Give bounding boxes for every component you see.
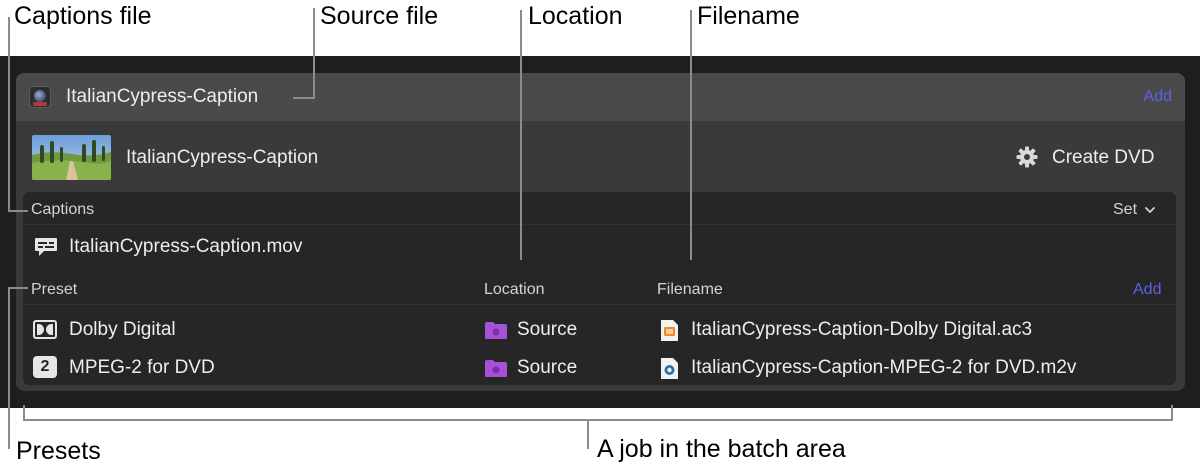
add-job-button[interactable]: Add: [1144, 87, 1172, 107]
set-label: Set: [1113, 201, 1138, 218]
callout-source-file: Source file: [320, 2, 439, 30]
dolby-icon: [33, 320, 57, 339]
callout-presets: Presets: [16, 437, 101, 465]
compressor-app-icon: [29, 86, 51, 108]
create-dvd-label[interactable]: Create DVD: [1052, 146, 1154, 170]
callout-line: [8, 287, 10, 449]
captions-header: Captions Set: [23, 192, 1176, 225]
preset-column-header: Preset: [31, 281, 78, 298]
add-preset-button[interactable]: Add: [1133, 281, 1161, 299]
set-captions-button[interactable]: Set: [1113, 201, 1156, 219]
folder-icon: [485, 360, 507, 377]
folder-icon: [485, 322, 507, 339]
batch-area: ItalianCypress-Caption Add ItalianCypres…: [0, 56, 1200, 408]
chevron-down-icon: [1145, 206, 1156, 214]
callout-line: [1171, 405, 1173, 421]
video-file-icon: [661, 358, 678, 379]
callout-job: A job in the batch area: [597, 435, 846, 463]
callout-line: [8, 287, 28, 289]
callout-location: Location: [528, 2, 623, 30]
number-2-icon: 2: [33, 356, 57, 378]
callout-line: [520, 10, 522, 260]
gear-icon[interactable]: [1016, 146, 1038, 168]
callout-line: [313, 8, 315, 99]
captions-header-label: Captions: [31, 201, 95, 218]
callout-filename: Filename: [697, 2, 800, 30]
preset-name: MPEG-2 for DVD: [69, 357, 215, 378]
callout-line: [8, 210, 28, 212]
job[interactable]: ItalianCypress-Caption Create DVD Captio…: [16, 121, 1185, 391]
callout-line: [587, 419, 589, 449]
job-header: ItalianCypress-Caption Create DVD: [16, 121, 1185, 193]
audio-file-icon: [661, 320, 678, 341]
source-file-name: ItalianCypress-Caption: [66, 86, 259, 107]
captions-icon: [35, 238, 57, 256]
callout-line: [690, 10, 692, 260]
captions-file-name: ItalianCypress-Caption.mov: [69, 236, 303, 257]
job-name: ItalianCypress-Caption: [126, 147, 319, 168]
presets-header: Preset Location Filename Add: [23, 272, 1176, 305]
output-filename[interactable]: ItalianCypress-Caption-MPEG-2 for DVD.m2…: [691, 356, 1076, 380]
location-column-header: Location: [484, 281, 545, 298]
location-value[interactable]: Source: [517, 356, 577, 380]
job-settings-panel: Captions Set ItalianCypress-Caption.mov: [23, 192, 1176, 385]
location-value[interactable]: Source: [517, 318, 577, 342]
callout-line: [23, 419, 1173, 421]
callout-line: [293, 97, 315, 99]
callout-captions-file: Captions file: [14, 2, 152, 30]
callout-line: [8, 17, 10, 211]
preset-name: Dolby Digital: [69, 319, 176, 340]
video-thumbnail: [32, 135, 111, 180]
filename-column-header: Filename: [657, 281, 723, 298]
output-filename[interactable]: ItalianCypress-Caption-Dolby Digital.ac3: [691, 318, 1032, 342]
source-header[interactable]: ItalianCypress-Caption Add: [16, 73, 1185, 121]
